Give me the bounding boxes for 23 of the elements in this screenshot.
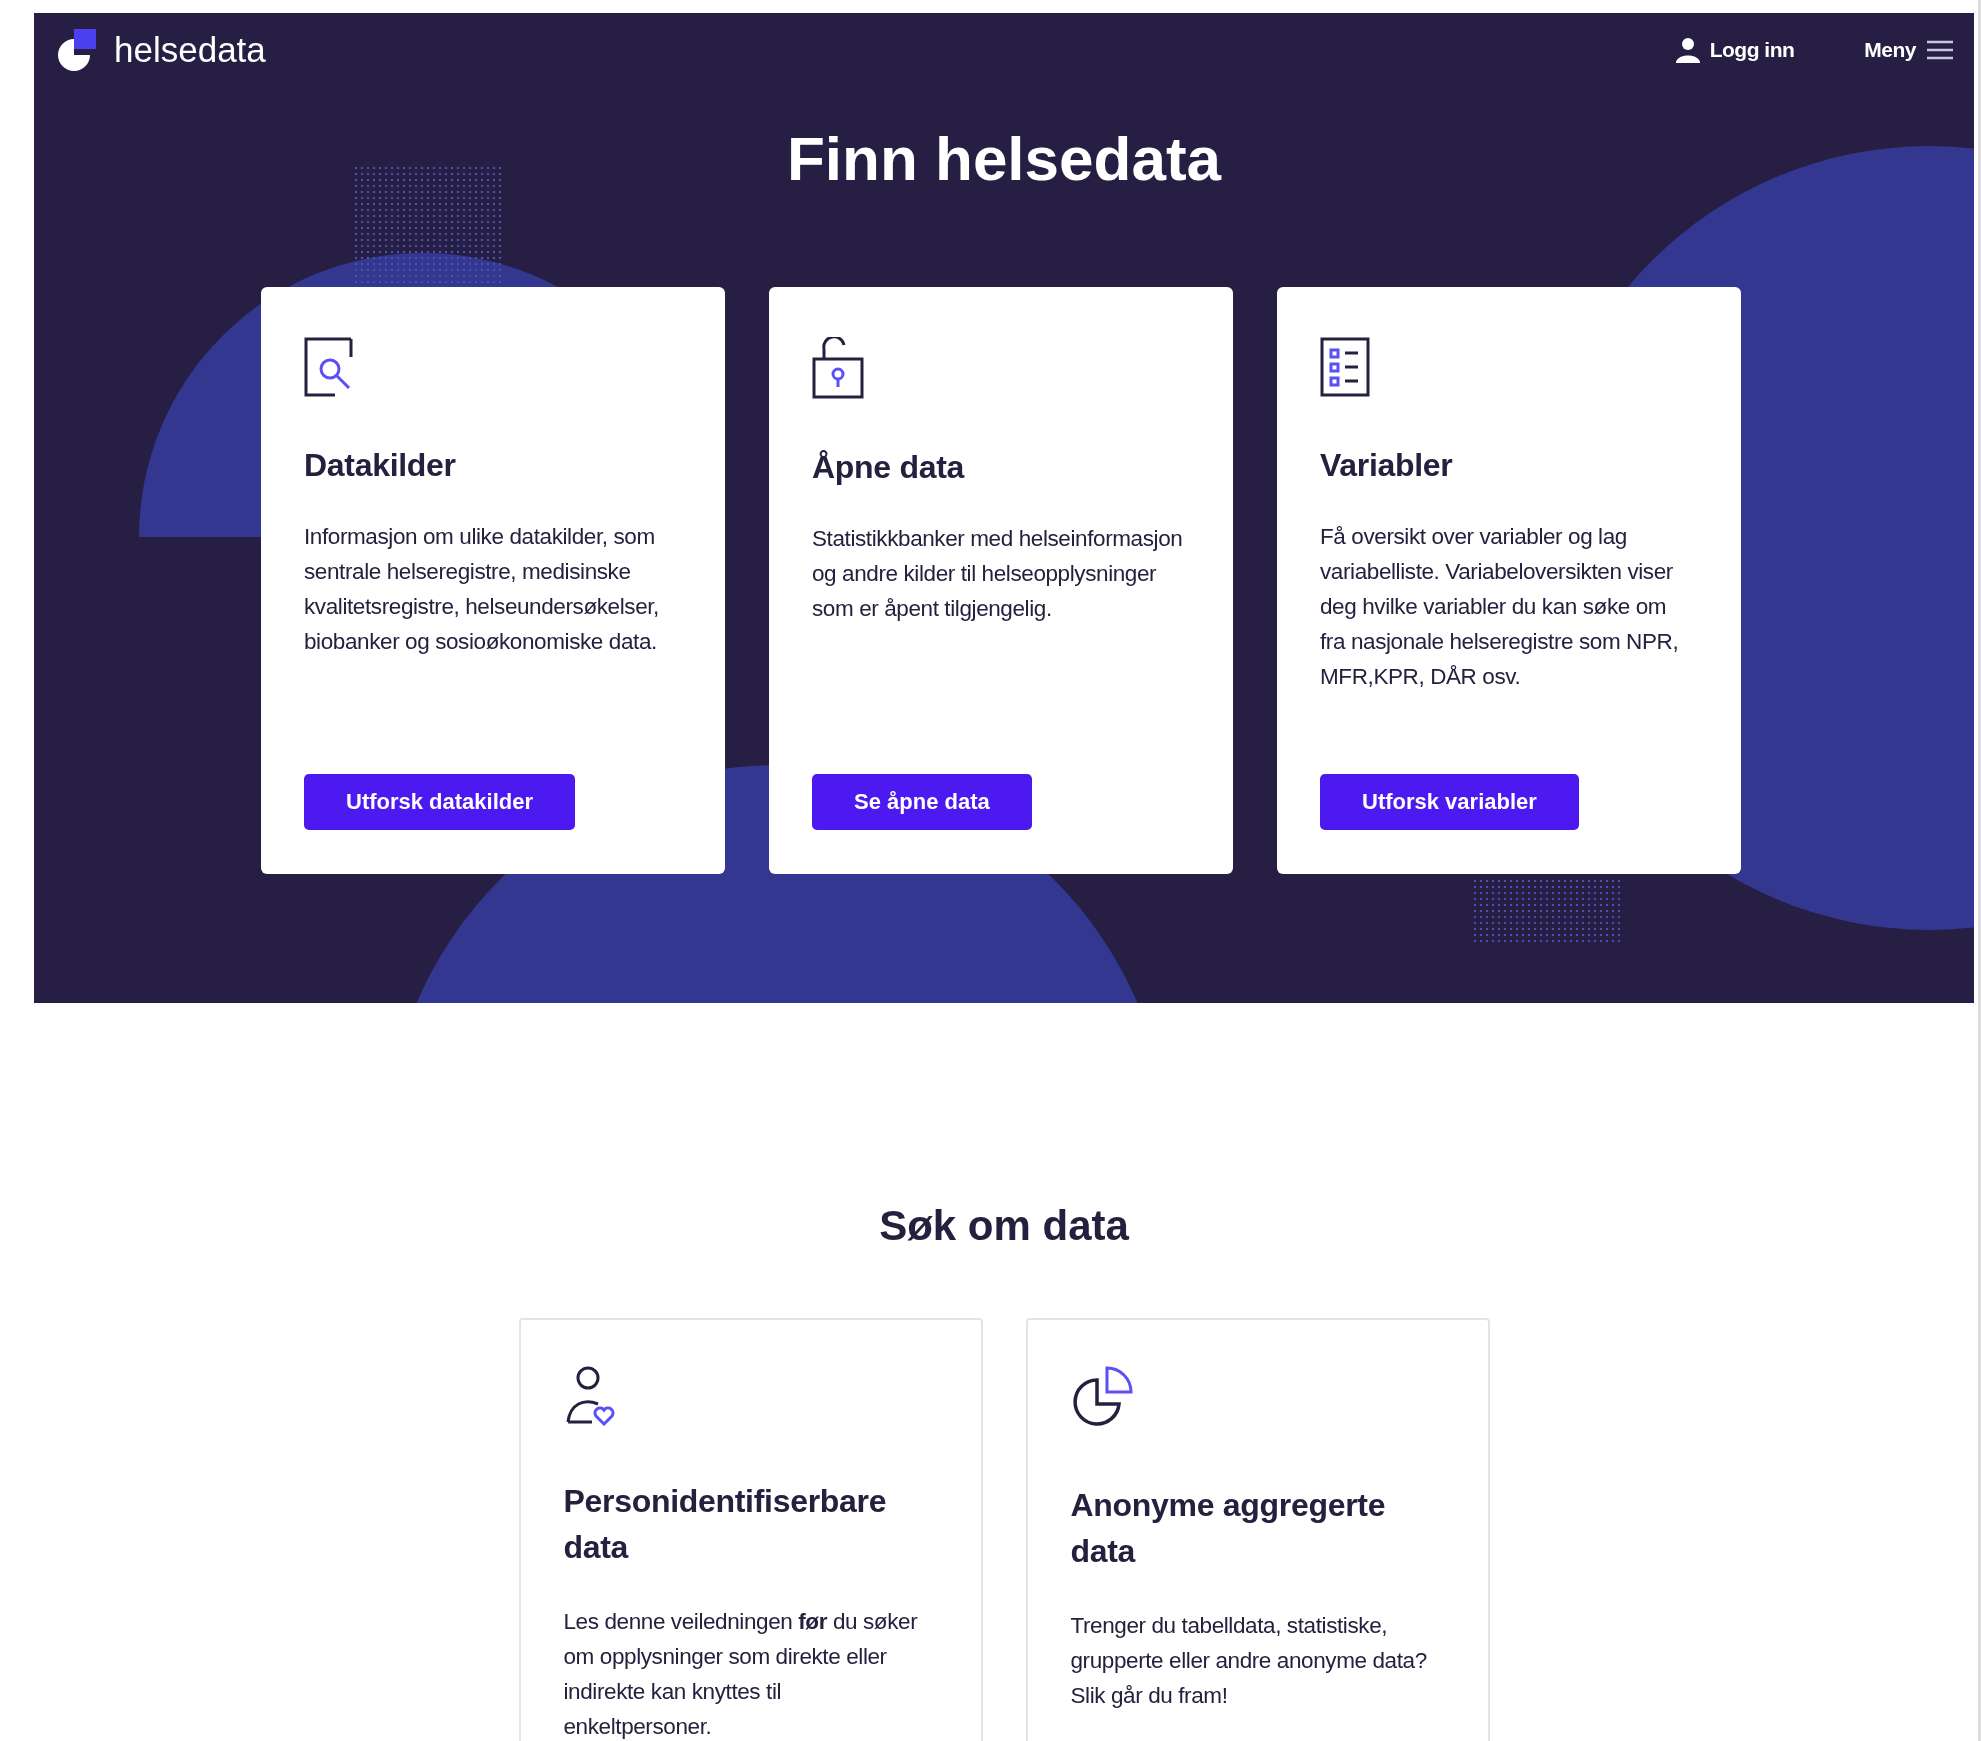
section-title: Søk om data	[879, 1201, 1129, 1251]
explore-button[interactable]: Utforsk datakilder	[304, 774, 576, 830]
card-description: Les denne veiledningen før du søker om opplysninger som direkte eller indirekte kan knyttes til enkeltpersoner.	[563, 1608, 919, 1741]
card-title: Datakilder	[304, 446, 456, 485]
card-description: Få oversikt over variabler og lag variabelliste. Variabeloversikten viser deg hvilke variabler du kan søke om fra nasjonale helseregistre som NPR, MFR,KPR, DÅR osv.	[1320, 523, 1680, 691]
card-title: Anonyme aggregerte data	[1070, 1486, 1387, 1571]
card-title: Variabler	[1320, 446, 1453, 485]
checklist-icon	[1320, 337, 1370, 397]
card-description: Trenger du tabelldata, statistiske, grupperte eller andre anonyme data? Slik går du fram!	[1070, 1612, 1428, 1710]
card-title: Åpne data	[812, 448, 964, 487]
card-description: Statistikkbanker med helseinformasjon og andre kilder til helseopplysninger som er åpent tilgjengelig.	[812, 525, 1183, 623]
card-description: Informasjon om ulike datakilder, som sentrale helseregistre, medisinske kvalitetsregistre, helseundersøkelser, biobanker og sosioøkonomiske data.	[304, 523, 660, 656]
hero-title: Finn helsedata	[785, 123, 1223, 195]
logo-text: helsedata	[114, 30, 266, 70]
card-title: Personidentifiserbare data	[563, 1482, 888, 1567]
padlock-icon	[812, 337, 864, 399]
login-link[interactable]: Logg inn	[1675, 37, 1795, 63]
explore-button[interactable]: Se åpne data	[812, 774, 1032, 830]
document-search-icon	[304, 337, 354, 397]
menu-icon	[1926, 39, 1954, 61]
menu-button[interactable]: Meny	[1864, 38, 1954, 62]
explore-button[interactable]: Utforsk variabler	[1320, 774, 1579, 830]
user-icon	[1675, 37, 1700, 63]
